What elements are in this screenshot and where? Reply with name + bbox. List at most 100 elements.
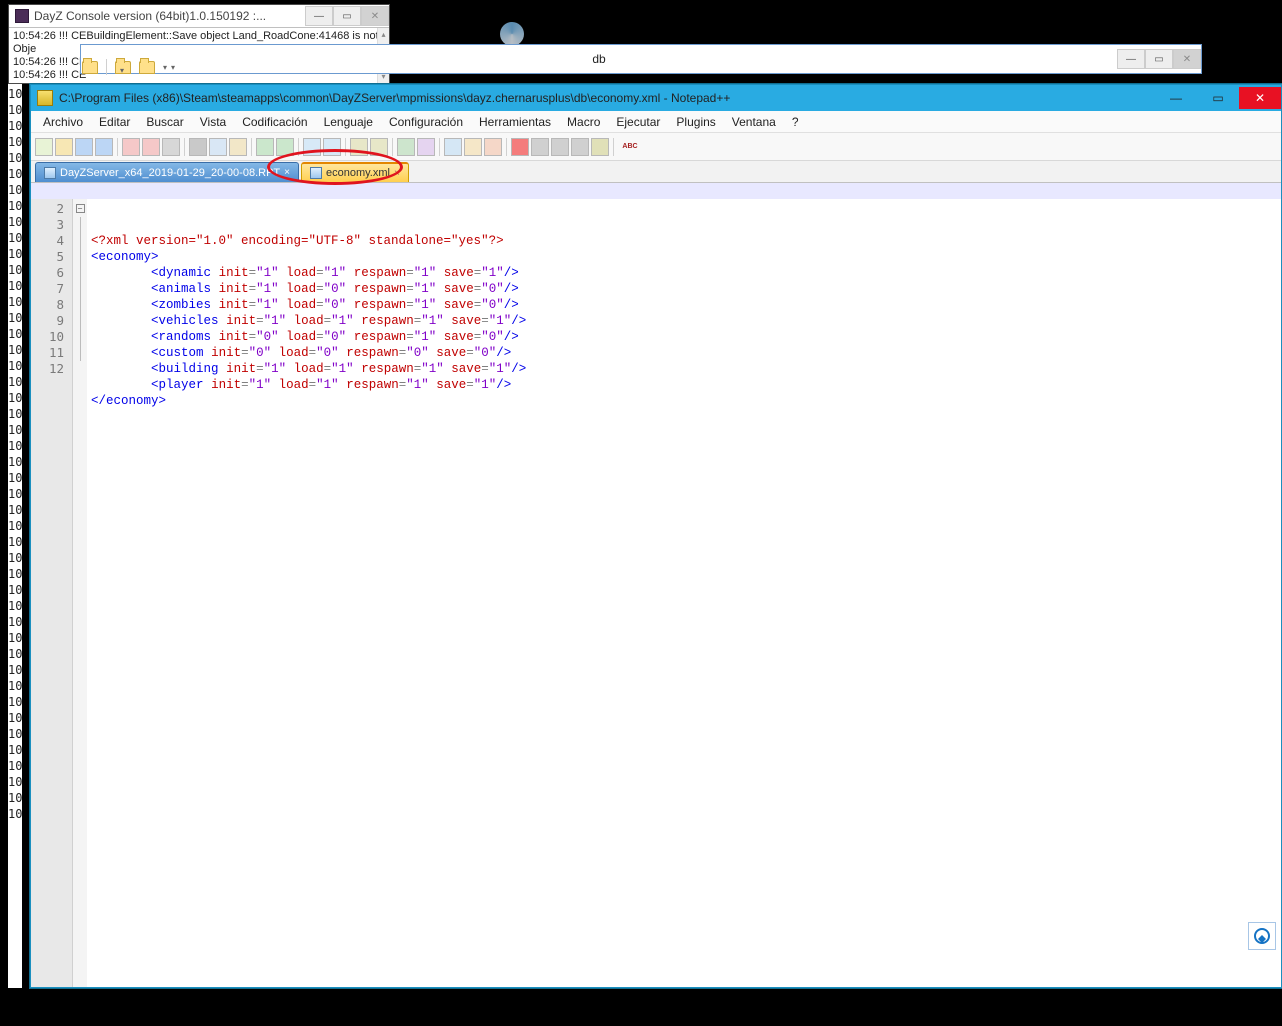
tab-economy[interactable]: economy.xml × (301, 162, 409, 182)
editor-area[interactable]: 123456789101112 − <?xml version="1.0" en… (31, 183, 1281, 987)
explorer-maximize-button[interactable]: ▭ (1145, 49, 1173, 69)
teamviewer-dock-icon[interactable] (1248, 922, 1276, 950)
notepadpp-title-text: C:\Program Files (x86)\Steam\steamapps\c… (59, 91, 730, 105)
menu-plugins[interactable]: Plugins (668, 113, 723, 131)
menu-vista[interactable]: Vista (192, 113, 234, 131)
toolbar-redo-button[interactable] (276, 138, 294, 156)
menu-configuración[interactable]: Configuración (381, 113, 471, 131)
toolbar-save-button[interactable] (75, 138, 93, 156)
code-line: <economy> (91, 249, 1281, 265)
menu-editar[interactable]: Editar (91, 113, 138, 131)
fold-column[interactable]: − (73, 183, 87, 987)
notepadpp-close-button[interactable]: ✕ (1239, 87, 1281, 109)
tab-close-icon[interactable]: × (394, 168, 400, 179)
toolbar-saveall-button[interactable] (95, 138, 113, 156)
console-maximize-button[interactable]: ▭ (333, 6, 361, 26)
notepadpp-titlebar[interactable]: C:\Program Files (x86)\Steam\steamapps\c… (31, 85, 1281, 111)
clipped-line-number: 10 (8, 470, 22, 486)
clipped-line-number: 10 (8, 422, 22, 438)
menu-ejecutar[interactable]: Ejecutar (608, 113, 668, 131)
chevron-down-icon[interactable]: ▾ (163, 63, 175, 72)
toolbar-lang-button[interactable] (444, 138, 462, 156)
toolbar-f2-button[interactable] (484, 138, 502, 156)
toolbar-play-button[interactable] (551, 138, 569, 156)
toolbar-copy-button[interactable] (209, 138, 227, 156)
menu-lenguaje[interactable]: Lenguaje (316, 113, 381, 131)
fold-cell[interactable] (73, 233, 87, 249)
toolbar-rec-button[interactable] (511, 138, 529, 156)
clipped-line-number: 10 (8, 278, 22, 294)
explorer-minimize-button[interactable]: — (1117, 49, 1145, 69)
code-content[interactable]: <?xml version="1.0" encoding="UTF-8" sta… (87, 183, 1281, 987)
folder-icon[interactable] (139, 61, 155, 74)
clipped-line-number: 10 (8, 566, 22, 582)
toolbar-zoomout-button[interactable] (370, 138, 388, 156)
clipped-line-number: 10 (8, 134, 22, 150)
toolbar-close-button[interactable] (122, 138, 140, 156)
menu-macro[interactable]: Macro (559, 113, 608, 131)
tab-rptfile[interactable]: DayZServer_x64_2019-01-29_20-00-08.RPT × (35, 162, 299, 182)
toolbar-print-button[interactable] (162, 138, 180, 156)
explorer-titlebar[interactable]: db — ▭ ✕ (81, 45, 1201, 73)
fold-cell[interactable] (73, 217, 87, 233)
folder-icon[interactable] (115, 61, 131, 74)
toolbar-ff-button[interactable] (571, 138, 589, 156)
tab-close-icon[interactable]: × (284, 167, 290, 178)
menu-archivo[interactable]: Archivo (35, 113, 91, 131)
clipped-line-number: 10 (8, 582, 22, 598)
toolbar-zoomin-button[interactable] (350, 138, 368, 156)
toolbar-new-button[interactable] (35, 138, 53, 156)
notepadpp-maximize-button[interactable]: ▭ (1197, 87, 1239, 109)
menu-codificación[interactable]: Codificación (234, 113, 315, 131)
toolbar-separator (251, 138, 252, 156)
toolbar-replace-button[interactable] (323, 138, 341, 156)
fold-toggle-icon[interactable]: − (76, 204, 85, 213)
menu-buscar[interactable]: Buscar (138, 113, 191, 131)
fold-cell[interactable] (73, 361, 87, 377)
toolbar-mlist-button[interactable] (591, 138, 609, 156)
code-line: <?xml version="1.0" encoding="UTF-8" sta… (91, 233, 1281, 249)
clipped-line-number: 10 (8, 678, 22, 694)
toolbar-paste-button[interactable] (229, 138, 247, 156)
toolbar-separator (439, 138, 440, 156)
menubar[interactable]: ArchivoEditarBuscarVistaCodificaciónLeng… (31, 111, 1281, 133)
toolbar[interactable]: ABC (31, 133, 1281, 161)
menu-herramientas[interactable]: Herramientas (471, 113, 559, 131)
toolbar-closeall-button[interactable] (142, 138, 160, 156)
line-number: 4 (31, 233, 64, 249)
fold-cell[interactable] (73, 313, 87, 329)
fold-cell[interactable] (73, 249, 87, 265)
folder-icon[interactable] (82, 61, 98, 74)
clipped-line-number: 10 (8, 102, 22, 118)
fold-cell[interactable] (73, 329, 87, 345)
console-minimize-button[interactable]: — (305, 6, 333, 26)
console-titlebar[interactable]: DayZ Console version (64bit)1.0.150192 :… (9, 5, 389, 27)
clipped-line-number: 10 (8, 374, 22, 390)
console-close-button[interactable]: ✕ (361, 6, 389, 26)
fold-cell[interactable] (73, 281, 87, 297)
toolbar-abc-button[interactable]: ABC (618, 138, 642, 156)
console-title-text: DayZ Console version (64bit)1.0.150192 :… (34, 9, 266, 23)
clipped-line-number: 10 (8, 166, 22, 182)
menu-ventana[interactable]: Ventana (724, 113, 784, 131)
fold-cell[interactable]: − (73, 201, 87, 217)
toolbar-f1-button[interactable] (464, 138, 482, 156)
menu-?[interactable]: ? (784, 113, 807, 131)
toolbar-ws-button[interactable] (397, 138, 415, 156)
clipped-line-number: 10 (8, 662, 22, 678)
toolbar-find-button[interactable] (303, 138, 321, 156)
toolbar-separator (298, 138, 299, 156)
tab-bar[interactable]: DayZServer_x64_2019-01-29_20-00-08.RPT ×… (31, 161, 1281, 183)
toolbar-wrap-button[interactable] (417, 138, 435, 156)
fold-cell[interactable] (73, 297, 87, 313)
clipped-line-number: 10 (8, 358, 22, 374)
code-line: <zombies init="1" load="0" respawn="1" s… (91, 297, 1281, 313)
toolbar-open-button[interactable] (55, 138, 73, 156)
toolbar-stop-button[interactable] (531, 138, 549, 156)
toolbar-undo-button[interactable] (256, 138, 274, 156)
fold-cell[interactable] (73, 345, 87, 361)
toolbar-cut-button[interactable] (189, 138, 207, 156)
fold-cell[interactable] (73, 265, 87, 281)
explorer-close-button[interactable]: ✕ (1173, 49, 1201, 69)
notepadpp-minimize-button[interactable]: — (1155, 87, 1197, 109)
